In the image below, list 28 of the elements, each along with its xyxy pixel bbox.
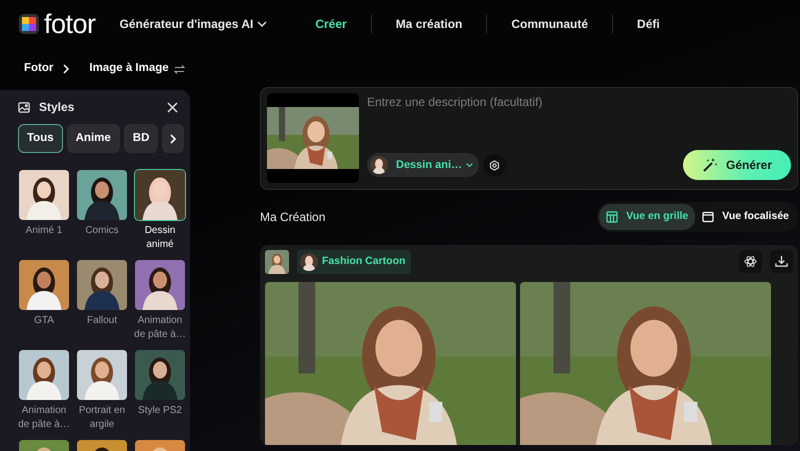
description-field[interactable]: Entrez une description (facultatif) xyxy=(367,93,791,111)
view-toggle[interactable]: Vue focalisée xyxy=(695,204,796,230)
filter-tab[interactable]: BD xyxy=(124,124,158,154)
breadcrumb-current: Image à Image xyxy=(89,61,169,76)
nav-link[interactable]: Défi xyxy=(613,15,684,33)
style-label: Fallout xyxy=(86,314,118,328)
style-label: Dessin animé xyxy=(144,224,176,252)
view-toggle[interactable]: Vue en grille xyxy=(599,204,696,230)
style-label: Animation de pâte à… xyxy=(17,404,71,432)
style-label: GTA xyxy=(33,314,55,328)
menu-dropdown[interactable]: Générateur d'images AI xyxy=(120,15,292,33)
style-label: Portrait en argile xyxy=(78,404,126,432)
logo-text[interactable]: fotor xyxy=(44,10,96,38)
nav-link[interactable]: Communauté xyxy=(487,15,614,33)
filter-tab[interactable]: Tous xyxy=(18,124,63,154)
style-label: Comics xyxy=(84,224,120,238)
filter-tab[interactable]: Anime xyxy=(66,124,120,154)
style-label: Animation de pâte à… xyxy=(133,314,187,342)
section-title: Ma Création xyxy=(260,208,326,226)
nav-link[interactable]: Ma création xyxy=(372,15,488,33)
breadcrumb-link[interactable]: Fotor xyxy=(24,60,54,78)
nav-link[interactable]: Créer xyxy=(291,15,372,33)
style-label: Style PS2 xyxy=(137,404,183,418)
style-label: Animé 1 xyxy=(24,224,64,238)
style-dropdown[interactable]: Dessin ani… xyxy=(367,153,479,177)
style-tag: Fashion Cartoon xyxy=(297,250,412,274)
generate-button[interactable]: Générer xyxy=(683,150,791,180)
panel-title: Styles xyxy=(39,99,74,116)
